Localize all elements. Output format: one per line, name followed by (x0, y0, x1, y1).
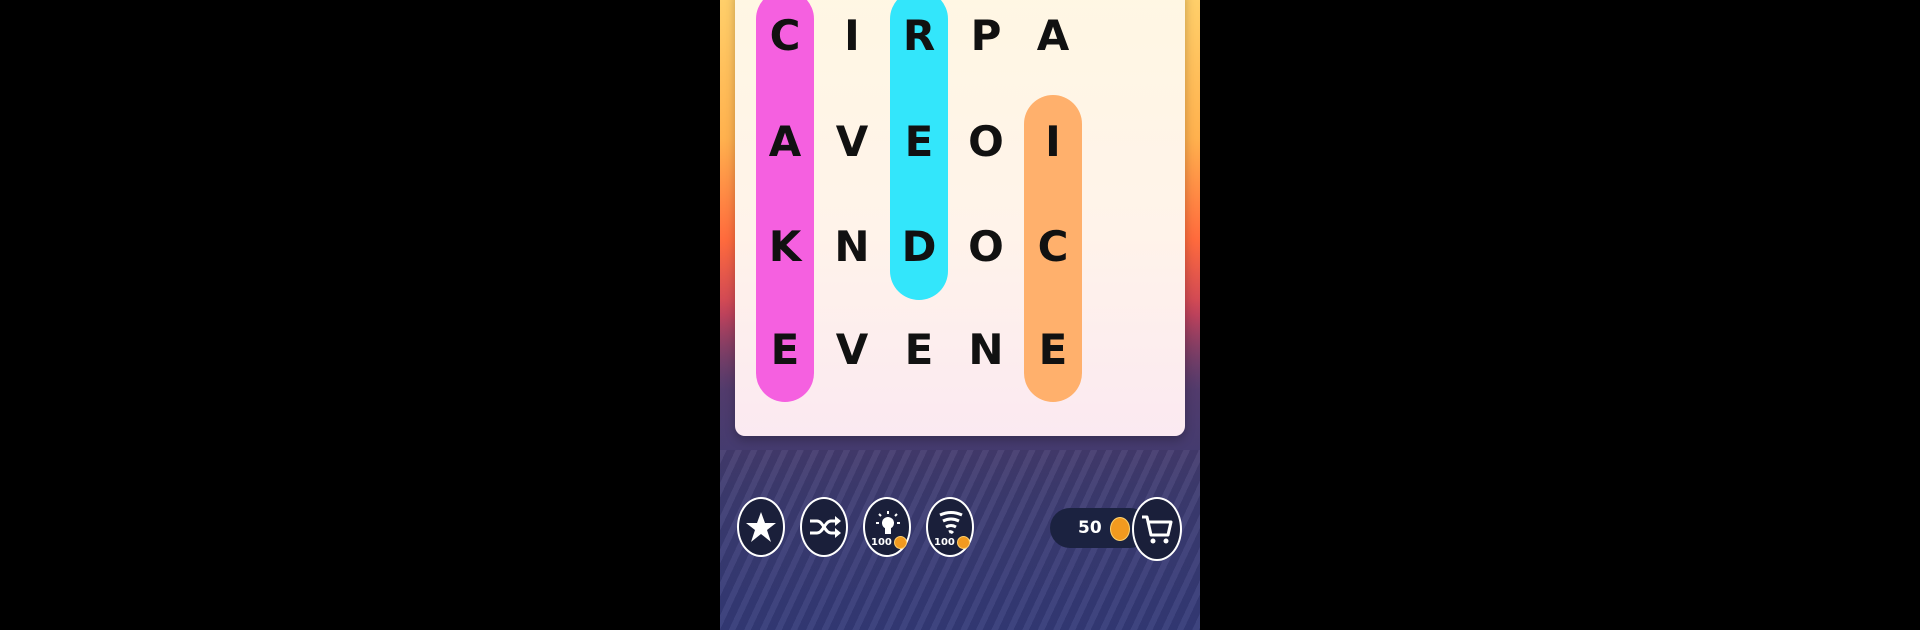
grid-cell[interactable]: O (956, 112, 1016, 172)
hint-button[interactable]: 100 (863, 497, 911, 557)
grid-cell[interactable]: E (889, 320, 949, 380)
tornado-button[interactable]: 100 (926, 497, 974, 557)
star-icon (746, 512, 776, 542)
tornado-cost-value: 100 (934, 537, 955, 548)
shop-button[interactable] (1132, 497, 1182, 561)
shuffle-icon (810, 516, 841, 538)
grid-cell[interactable]: E (889, 112, 949, 172)
grid-cell[interactable]: E (755, 320, 815, 380)
grid-cell[interactable]: I (1023, 112, 1083, 172)
shuffle-button[interactable] (800, 497, 848, 557)
grid-cell[interactable]: N (956, 320, 1016, 380)
grid-cell[interactable]: C (755, 6, 815, 66)
coin-icon (1110, 517, 1130, 541)
coin-icon (893, 536, 907, 549)
grid-cell[interactable]: I (822, 6, 882, 66)
hint-cost: 100 (871, 536, 907, 549)
grid-cell[interactable]: K (755, 217, 815, 277)
grid-cell[interactable]: R (889, 6, 949, 66)
grid-cell[interactable]: O (956, 217, 1016, 277)
tornado-cost: 100 (934, 536, 970, 549)
hint-cost-value: 100 (871, 537, 892, 548)
grid-cell[interactable]: P (956, 6, 1016, 66)
game-screen: C I R P A A V E O I K N D O C E V E N E (720, 0, 1200, 630)
grid-cell[interactable]: V (822, 112, 882, 172)
grid-cell[interactable]: C (1023, 217, 1083, 277)
grid-cell[interactable]: V (822, 320, 882, 380)
letter-grid-board[interactable]: C I R P A A V E O I K N D O C E V E N E (735, 0, 1185, 436)
grid-cell[interactable]: A (755, 112, 815, 172)
grid-cell[interactable]: D (889, 217, 949, 277)
star-button[interactable] (737, 497, 785, 557)
grid-cell[interactable]: A (1023, 6, 1083, 66)
grid-cell[interactable]: N (822, 217, 882, 277)
coin-count: 50 (1078, 518, 1102, 538)
grid-cell[interactable]: E (1023, 320, 1083, 380)
coin-icon (956, 536, 970, 549)
cart-icon (1142, 515, 1173, 544)
